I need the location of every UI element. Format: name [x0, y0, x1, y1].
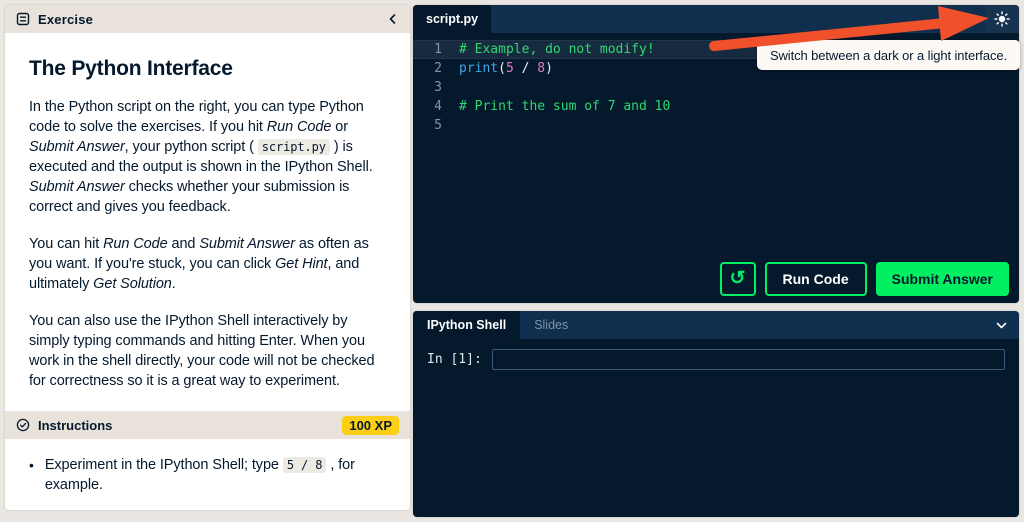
chevron-down-icon — [995, 319, 1008, 332]
exercise-paragraph: In the Python script on the right, you c… — [29, 97, 386, 217]
code-text: # Print the sum of 7 and 10 — [459, 99, 670, 114]
undo-arrow-icon: ↺ — [730, 269, 746, 288]
line-number: 4 — [413, 99, 459, 114]
collapse-panel-button[interactable] — [387, 13, 399, 25]
instruction-bullet: • Experiment in the IPython Shell; type 5… — [29, 455, 386, 495]
run-code-button[interactable]: Run Code — [765, 262, 867, 296]
shell-input[interactable] — [492, 349, 1005, 370]
submit-answer-button[interactable]: Submit Answer — [876, 262, 1009, 296]
check-circle-icon — [16, 418, 30, 432]
shell-tab-bar: IPython ShellSlides — [413, 311, 1019, 339]
theme-tooltip: Switch between a dark or a light interfa… — [757, 40, 1020, 70]
exercise-paragraph: You can also use the IPython Shell inter… — [29, 311, 386, 391]
shell-panel: IPython ShellSlides In [1]: — [413, 311, 1019, 517]
exercise-panel-title: Exercise — [38, 12, 93, 27]
instructions-title: Instructions — [38, 418, 112, 433]
editor-tab-bar: script.py — [413, 5, 1019, 33]
bullet-dot: • — [29, 455, 34, 495]
instructions-bullets: • Experiment in the IPython Shell; type 5… — [29, 455, 386, 510]
exercise-panel-header: Exercise — [5, 5, 410, 33]
chevron-left-icon — [387, 13, 399, 25]
theme-toggle-button[interactable] — [985, 5, 1019, 33]
inline-code: script.py — [258, 139, 330, 155]
code-text: print(5 / 8) — [459, 61, 553, 76]
shell-tab-ipython-shell[interactable]: IPython Shell — [413, 311, 520, 339]
line-number: 1 — [413, 42, 459, 57]
xp-badge: 100 XP — [342, 416, 399, 435]
exercise-body: The Python Interface In the Python scrip… — [5, 33, 410, 510]
code-line: 3 — [413, 78, 1019, 97]
shell-body: In [1]: — [413, 339, 1019, 370]
editor-buttons: ↺ Run Code Submit Answer — [720, 262, 1010, 296]
shell-tab-slides[interactable]: Slides — [520, 311, 582, 339]
bullet-text: Experiment in the IPython Shell; type 5 … — [45, 455, 386, 495]
reset-code-button[interactable]: ↺ — [720, 262, 756, 296]
datacamp-exercise-page: { "colors": { "navy": "#05192d", "green_… — [0, 0, 1024, 522]
shell-prompt: In [1]: — [427, 352, 482, 367]
code-text: # Example, do not modify! — [459, 42, 655, 57]
shell-collapse-button[interactable] — [983, 311, 1019, 339]
exercise-paragraphs: In the Python script on the right, you c… — [29, 97, 386, 391]
editor-tab-strip — [491, 5, 985, 33]
line-number: 2 — [413, 61, 459, 76]
code-line: 5 — [413, 116, 1019, 135]
exercise-panel: Exercise The Python Interface In the Pyt… — [5, 5, 410, 510]
exercise-paragraph: You can hit Run Code and Submit Answer a… — [29, 234, 386, 294]
line-number: 3 — [413, 80, 459, 95]
instructions-header: Instructions 100 XP — [5, 411, 410, 439]
shell-tabs: IPython ShellSlides — [413, 311, 582, 339]
inline-code: 5 / 8 — [283, 457, 327, 473]
tab-script-py[interactable]: script.py — [413, 5, 491, 33]
exercise-document-icon — [16, 12, 30, 26]
line-number: 5 — [413, 118, 459, 133]
page-title: The Python Interface — [29, 57, 386, 81]
code-line: 4# Print the sum of 7 and 10 — [413, 97, 1019, 116]
sun-icon — [994, 11, 1010, 27]
